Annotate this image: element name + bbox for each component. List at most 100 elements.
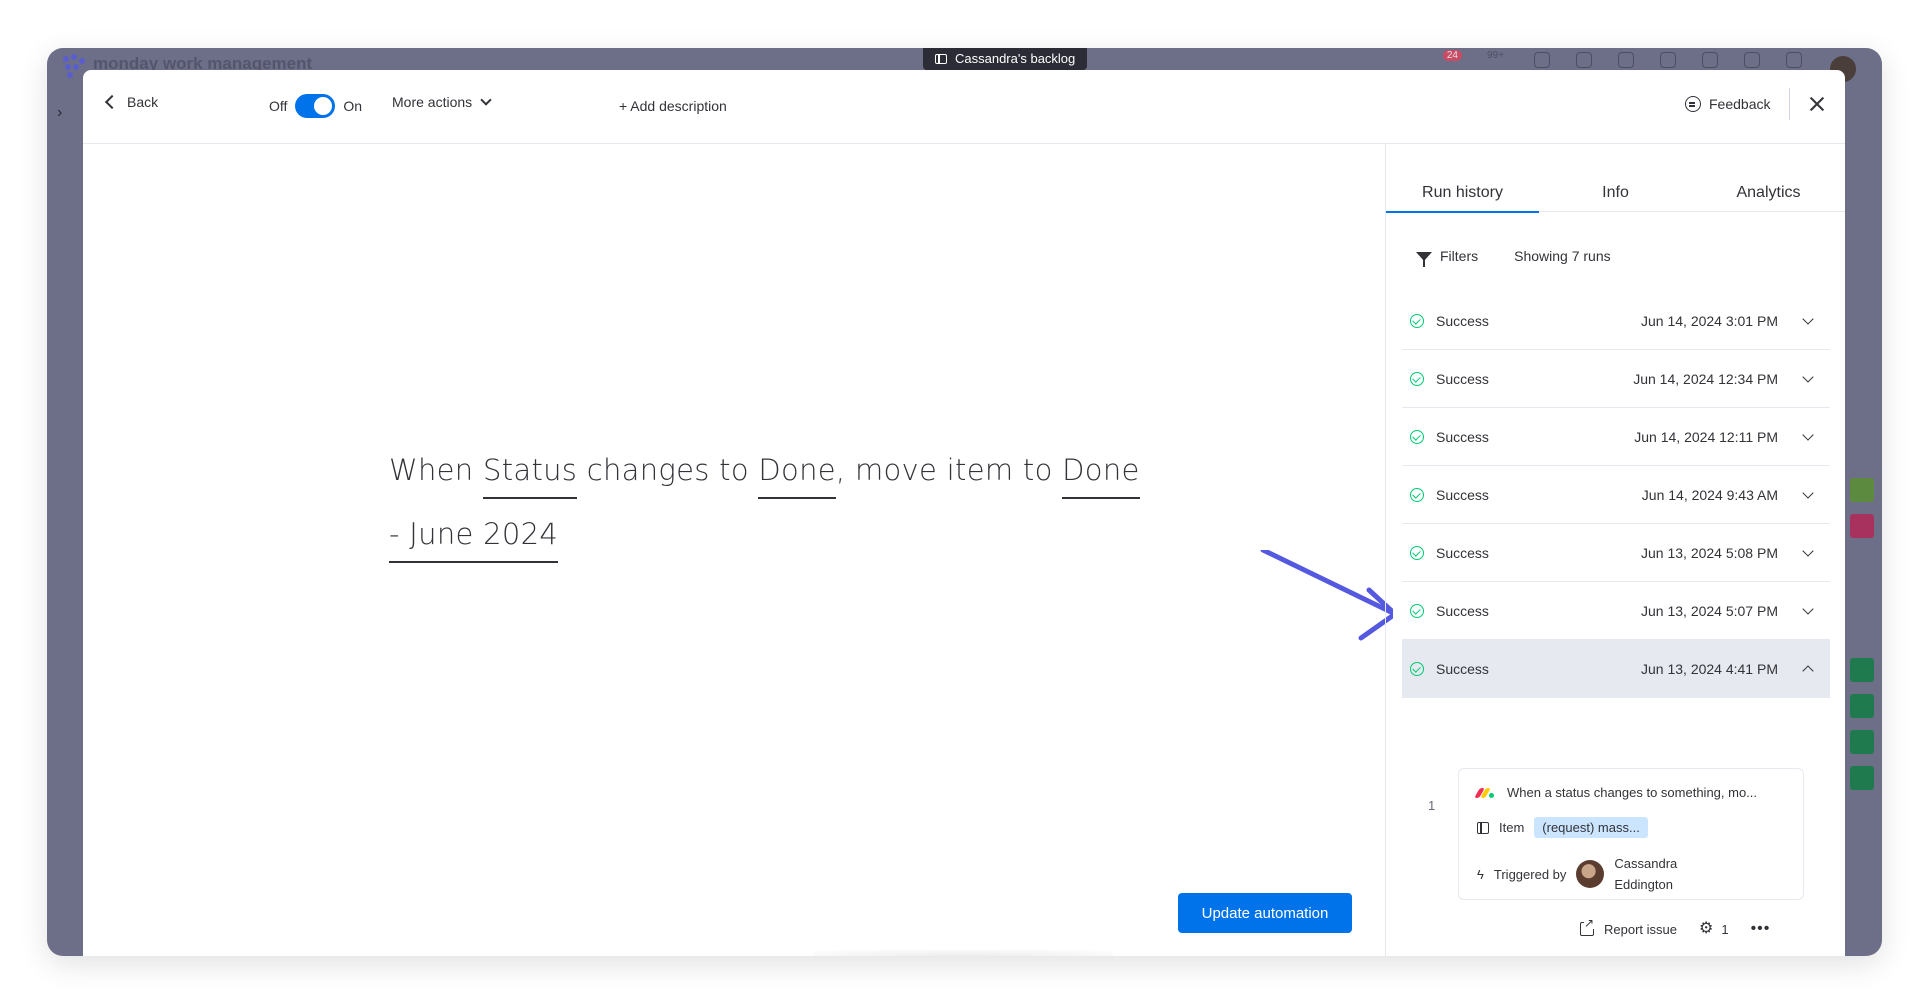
run-row[interactable]: Success Jun 14, 2024 9:43 AM [1402,466,1830,524]
filters-label: Filters [1440,248,1479,264]
modal-header: Back Off On More actions + Add descripti… [83,70,1845,144]
run-row[interactable]: Success Jun 14, 2024 12:34 PM [1402,350,1830,408]
item-chip[interactable]: (request) mass... [1534,817,1648,838]
run-date: Jun 13, 2024 5:08 PM [1641,544,1778,561]
step-title: When a status changes to something, mo..… [1507,785,1758,800]
background-chip [1850,694,1874,718]
external-link-icon [1580,917,1595,936]
report-issue-label: Report issue [1604,921,1677,937]
recipe-status-value[interactable]: Done [758,453,836,499]
item-icon [1477,821,1489,834]
background-chip [1850,658,1874,682]
board-title: Cassandra's backlog [923,48,1088,70]
run-status: Success [1436,428,1489,445]
invite-icon[interactable] [1618,52,1634,68]
tab-info[interactable]: Info [1539,174,1692,212]
run-row[interactable]: Success Jun 13, 2024 5:08 PM [1402,524,1830,582]
run-status: Success [1436,312,1489,329]
tab-analytics[interactable]: Analytics [1692,174,1845,212]
run-date: Jun 13, 2024 5:07 PM [1641,602,1778,619]
grid-icon[interactable] [1786,52,1802,68]
item-label: Item [1499,820,1525,835]
more-options-icon[interactable]: ••• [1751,920,1771,938]
triggered-label: Triggered by [1493,866,1567,882]
triggered-row: ϟ Triggered by Cassandra Eddington [1477,853,1704,895]
run-row[interactable]: Success Jun 14, 2024 12:11 PM [1402,408,1830,466]
runs-list: Success Jun 14, 2024 3:01 PM Success Jun… [1402,292,1830,698]
search-icon[interactable] [1702,52,1718,68]
person-name: Cassandra Eddington [1614,856,1678,892]
top-toolbar [1534,52,1858,68]
chevron-down-icon[interactable] [1802,602,1814,615]
background-chip [1850,730,1874,754]
run-date: Jun 14, 2024 9:43 AM [1641,486,1778,503]
toggle-on-label: On [343,98,363,114]
apps-icon[interactable] [1660,52,1676,68]
success-check-icon [1410,662,1424,676]
update-automation-button[interactable]: Update automation [1178,893,1352,933]
step-card[interactable]: When a status changes to something, mo..… [1458,768,1804,900]
recipe-text: , move item to [835,453,1063,487]
more-actions-dropdown[interactable]: More actions [392,94,492,110]
run-date: Jun 13, 2024 4:41 PM [1641,661,1778,677]
background-chip [1850,766,1874,790]
lightning-icon: ϟ [1477,866,1484,882]
recipe-text: changes to [577,453,759,487]
report-issue-button[interactable]: Report issue [1580,917,1677,937]
chevron-down-icon[interactable] [1802,544,1814,557]
back-button[interactable]: Back [101,94,158,110]
runs-count: Showing 7 runs [1514,248,1611,264]
run-row[interactable]: Success Jun 14, 2024 3:01 PM [1402,292,1830,350]
monday-logo-icon [1474,787,1495,798]
bell-icon[interactable] [1534,52,1550,68]
toggle-off-label: Off [269,98,288,114]
success-check-icon [1410,603,1424,618]
gear-icon: ⚙ [1698,920,1714,937]
feedback-icon [1685,96,1701,112]
run-row-expanded[interactable]: Success Jun 13, 2024 4:41 PM [1402,640,1830,698]
board-title-text: Cassandra's backlog [955,51,1076,66]
board-icon [935,54,947,64]
tab-run-history[interactable]: Run history [1386,174,1539,213]
avatar [1576,860,1605,888]
help-icon[interactable] [1744,52,1760,68]
automation-toggle[interactable] [295,94,336,118]
chevron-up-icon[interactable] [1802,665,1814,677]
sidebar-expand-icon[interactable]: › [57,104,62,122]
run-actions: Report issue ⚙ 1 ••• [1580,917,1771,938]
chevron-left-icon [104,94,120,110]
run-date: Jun 14, 2024 12:11 PM [1634,428,1778,445]
run-status: Success [1436,486,1489,503]
header-divider [1789,88,1790,120]
bottom-shadow [813,950,1113,956]
step-title-row: When a status changes to something, mo..… [1474,785,1758,800]
chevron-down-icon[interactable] [1802,486,1814,499]
success-check-icon [1410,487,1424,502]
gear-count: 1 [1721,921,1729,937]
actions-count[interactable]: ⚙ 1 [1699,921,1729,937]
chevron-down-icon[interactable] [1802,428,1814,441]
feedback-label: Feedback [1709,96,1771,112]
chevron-down-icon[interactable] [1802,370,1814,383]
annotation-arrow-icon [1260,550,1393,641]
recipe-text: When [389,453,483,487]
chevron-down-icon[interactable] [1802,312,1814,325]
background-chip [1850,514,1874,538]
run-status: Success [1436,602,1489,619]
chevron-down-icon [480,94,492,106]
recipe-status-field[interactable]: Status [483,453,578,499]
close-icon[interactable] [1805,92,1829,116]
panel-tabs: Run history Info Analytics [1386,174,1845,213]
feedback-button[interactable]: Feedback [1685,96,1770,112]
notification-badge: 24 [1442,50,1462,61]
filters-row: Filters Showing 7 runs [1416,248,1611,267]
success-check-icon [1410,313,1424,328]
add-description-button[interactable]: + Add description [619,98,727,114]
run-row[interactable]: Success Jun 13, 2024 5:07 PM [1402,582,1830,640]
success-check-icon [1410,371,1424,386]
run-date: Jun 14, 2024 3:01 PM [1641,312,1778,329]
filters-button[interactable]: Filters [1416,248,1479,267]
run-status: Success [1436,544,1489,561]
run-detail: 1 When a status changes to something, mo… [1402,768,1830,937]
inbox-icon[interactable] [1576,52,1592,68]
